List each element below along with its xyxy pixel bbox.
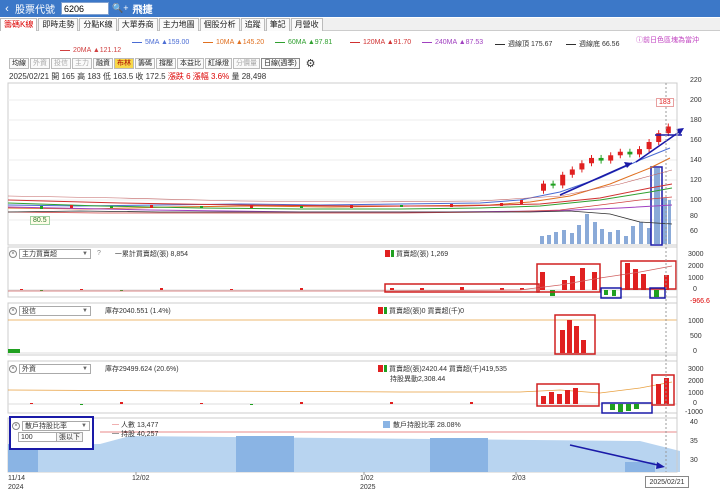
price-panel-frame [7, 82, 678, 246]
trust-net-text: 買賣超(張)0 買賣超(千)0 [389, 307, 465, 315]
price-tick: 60 [690, 228, 698, 235]
foreign-axis-tick: 2000 [688, 378, 704, 385]
main-cum-text: 一累計買賣超(張) 8,854 [114, 250, 189, 258]
x-tick-label: 11/14 [8, 475, 25, 482]
trust-panel-header: × 投信 ▼ 庫存2040.551 (1.4%) [9, 305, 171, 316]
foreign-sell-bars [80, 404, 639, 412]
main-red-box-1 [536, 263, 601, 293]
low-annotation: 80.5 [30, 216, 50, 225]
price-tick: 160 [690, 137, 702, 144]
retail-indicator-select[interactable]: 散戶持股比率 ▼ [22, 420, 90, 431]
main-axis-tick: 2000 [688, 263, 704, 270]
x-tick-year: 2024 [8, 484, 24, 491]
foreign-axis-tick: 1000 [688, 390, 704, 397]
main-panel-header: × 主力買賣超 ▼ ? 一累計買賣超(張) 8,854 [9, 248, 188, 259]
candle [637, 149, 642, 155]
price-tick: 200 [690, 97, 702, 104]
threshold-button[interactable]: 張以下 [56, 432, 83, 442]
candle [608, 155, 614, 161]
price-tick: 100 [690, 197, 702, 204]
price-tick: 80 [690, 213, 698, 220]
trust-bars [560, 320, 586, 353]
x-tick-label: 1/02 [360, 475, 374, 482]
trust-indicator-select[interactable]: 投信 ▼ [19, 305, 91, 316]
foreign-change-text: 持股異動2,308.44 [390, 375, 446, 383]
candle [617, 151, 623, 156]
chart-canvas[interactable] [0, 0, 720, 493]
main-right-header: 買賣超(張) 1,269 [385, 248, 448, 259]
candle [646, 142, 652, 150]
foreign-holding-text: 庫存29499.624 (20.6%) [105, 365, 179, 373]
trust-sell-bar [8, 349, 20, 353]
foreign-indicator-select[interactable]: 外資 ▼ [19, 363, 91, 374]
candle [598, 157, 604, 161]
main-axis-tick: 3000 [688, 251, 704, 258]
candle [560, 174, 566, 186]
candle [627, 151, 633, 155]
price-tick: 120 [690, 177, 702, 184]
foreign-net-text: 買賣超(張)2420.44 買賣超(千)419,535 [389, 365, 507, 373]
cursor-date: 2025/02/21 [645, 476, 689, 488]
close-icon[interactable]: × [9, 306, 17, 315]
main-axis-tick: 1000 [688, 275, 704, 282]
main-indicator-select[interactable]: 主力買賣超 ▼ [19, 248, 91, 259]
retail-ratio-text: 散戶持股比率 28.08% [393, 421, 461, 429]
x-tick-label: 12/02 [132, 475, 150, 482]
x-tick-year: 2025 [360, 484, 376, 491]
trust-axis-tick: 1000 [688, 318, 704, 325]
retail-axis-tick: 30 [690, 457, 698, 464]
main-net-text: 買賣超(張) 1,269 [396, 250, 449, 258]
price-tick: 140 [690, 157, 702, 164]
retail-axis-tick: 35 [690, 438, 698, 445]
retail-area [8, 436, 680, 472]
candle [541, 183, 546, 191]
foreign-panel-header: × 外資 ▼ 庫存29499.624 (20.6%) [9, 363, 179, 374]
retail-shares-value: 持股 40,257 [121, 430, 159, 438]
high-annotation: 183 [656, 98, 674, 107]
trust-axis-tick: 500 [690, 333, 702, 340]
foreign-axis-tick: 0 [693, 400, 697, 407]
trust-axis-tick: 0 [693, 348, 697, 355]
candle [665, 126, 671, 134]
candle [579, 163, 585, 170]
foreign-axis-tick: -1000 [685, 409, 703, 416]
retail-shares-text: — 持股 40,257 [112, 430, 159, 438]
main-buy-bars [20, 263, 669, 290]
ma5-line [7, 147, 671, 207]
close-icon[interactable]: × [9, 249, 17, 258]
candle [550, 183, 556, 186]
trust-axis-top: -966.6 [690, 298, 710, 305]
candle [589, 157, 594, 164]
foreign-red-box-2 [651, 374, 675, 406]
trust-holding-text: 庫存2040.551 (1.4%) [105, 307, 171, 315]
candle [569, 169, 575, 175]
retail-right-header: 散戶持股比率 28.08% [383, 419, 461, 430]
help-icon[interactable]: ? [97, 250, 101, 257]
retail-axis-tick: 40 [690, 419, 698, 426]
price-tick: 220 [690, 77, 702, 84]
close-icon[interactable]: × [12, 421, 20, 430]
retail-panel-header: × 散戶持股比率 ▼ [12, 420, 90, 431]
price-tick: 180 [690, 117, 702, 124]
main-axis-tick: 0 [693, 286, 697, 293]
trust-right-header: 買賣超(張)0 買賣超(千)0 [378, 305, 464, 316]
close-icon[interactable]: × [9, 364, 17, 373]
x-tick-label: 2/03 [512, 475, 526, 482]
foreign-axis-tick: 3000 [688, 366, 704, 373]
